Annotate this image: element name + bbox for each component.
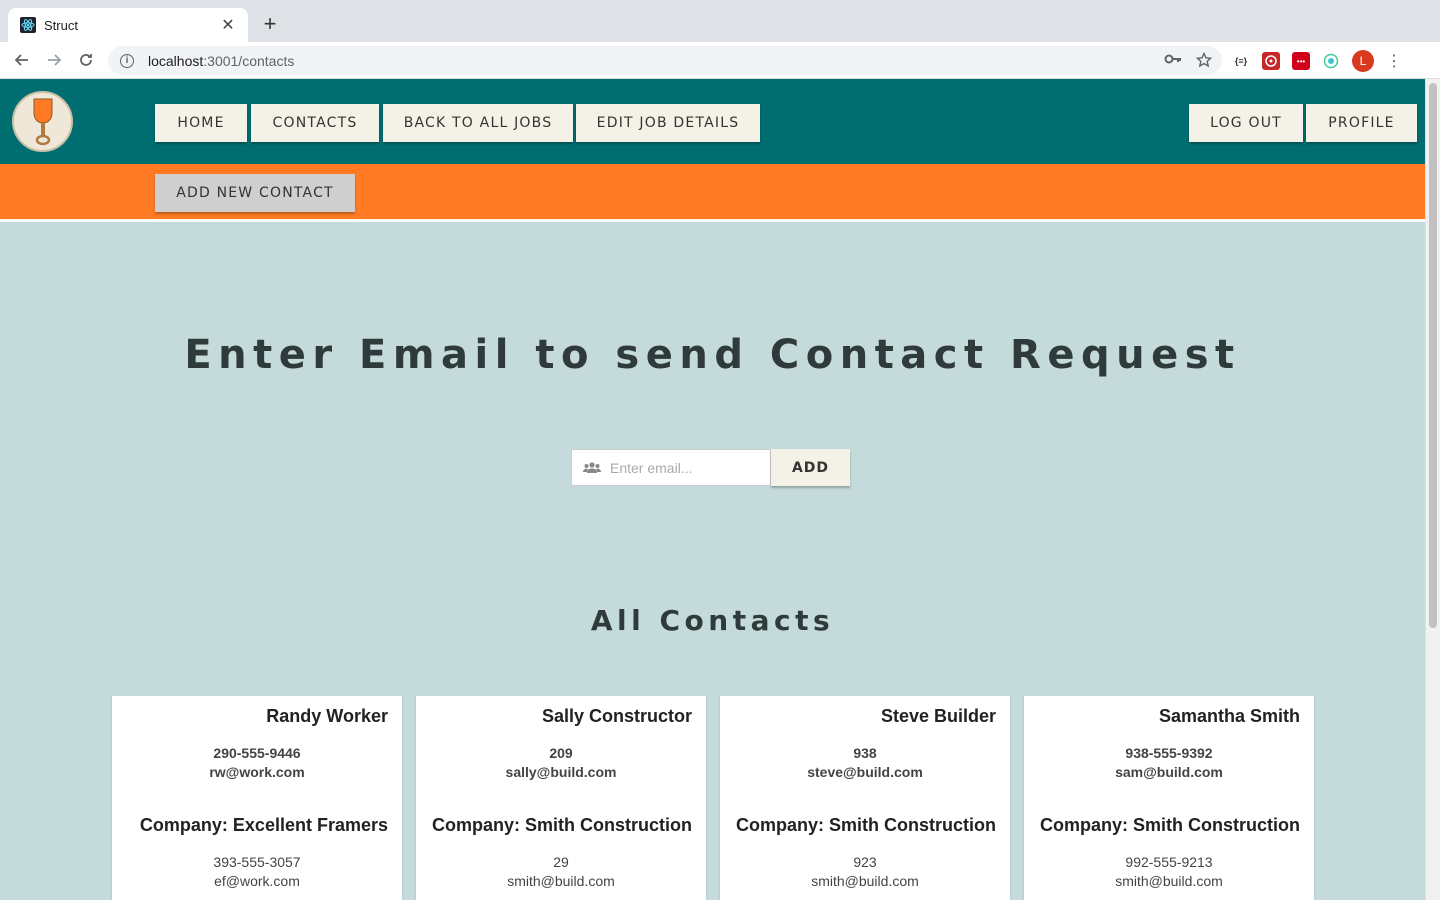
- address-bar[interactable]: i localhost:3001/contacts: [108, 46, 1222, 75]
- add-new-contact-button[interactable]: ADD NEW CONTACT: [155, 174, 355, 212]
- contact-card: Samantha Smith 938-555-9392 sam@build.co…: [1024, 696, 1314, 900]
- reload-icon[interactable]: [76, 50, 96, 70]
- extension-target-icon[interactable]: [1322, 52, 1340, 70]
- contact-phone: 938: [853, 745, 877, 761]
- contact-name: Steve Builder: [880, 706, 996, 726]
- browser-tab[interactable]: Struct ✕: [8, 8, 248, 42]
- scrollbar-thumb[interactable]: [1429, 83, 1437, 628]
- sub-navbar: ADD NEW CONTACT: [0, 164, 1425, 222]
- edit-job-details-button[interactable]: EDIT JOB DETAILS: [576, 104, 760, 142]
- users-icon: [582, 461, 602, 474]
- email-input[interactable]: [610, 459, 760, 476]
- contact-email: sam@build.com: [1115, 764, 1223, 780]
- log-out-button[interactable]: LOG OUT: [1189, 104, 1303, 142]
- tab-title: Struct: [44, 17, 78, 33]
- url-host: localhost: [148, 52, 204, 69]
- company-email: smith@build.com: [507, 873, 615, 889]
- profile-avatar[interactable]: L: [1352, 50, 1374, 72]
- home-button[interactable]: HOME: [155, 104, 247, 142]
- info-icon[interactable]: i: [120, 53, 134, 68]
- browser-menu-icon[interactable]: ⋮: [1386, 51, 1402, 71]
- json-extension-icon[interactable]: {≡}: [1232, 52, 1250, 70]
- add-email-button[interactable]: ADD: [771, 449, 850, 486]
- contact-card: Steve Builder 938 steve@build.com Compan…: [720, 696, 1010, 900]
- contact-name: Randy Worker: [266, 706, 388, 726]
- shovel-logo-icon[interactable]: [12, 91, 73, 152]
- react-icon: [20, 17, 36, 33]
- contact-email: rw@work.com: [209, 764, 305, 780]
- company-phone: 29: [553, 854, 569, 870]
- contact-phone: 938-555-9392: [1125, 745, 1213, 761]
- contact-card: Sally Constructor 209 sally@build.com Co…: [416, 696, 706, 900]
- forward-arrow-icon[interactable]: [44, 50, 64, 70]
- contact-email: steve@build.com: [807, 764, 923, 780]
- new-tab-button[interactable]: +: [260, 12, 280, 36]
- lastpass-icon[interactable]: •••: [1292, 52, 1310, 70]
- contact-name: Samantha Smith: [1158, 706, 1300, 726]
- email-field-wrapper: [571, 449, 771, 486]
- page-title: Enter Email to send Contact Request: [184, 332, 1241, 378]
- key-icon[interactable]: [1164, 52, 1182, 72]
- company-email: smith@build.com: [811, 873, 919, 889]
- company-phone: 992-555-9213: [1125, 854, 1213, 870]
- tab-close-icon[interactable]: ✕: [220, 15, 236, 35]
- all-contacts-heading: All Contacts: [590, 604, 835, 637]
- company-phone: 923: [853, 854, 877, 870]
- profile-button[interactable]: PROFILE: [1306, 104, 1417, 142]
- contact-company: Company: Smith Construction: [1040, 815, 1300, 835]
- company-email: smith@build.com: [1115, 873, 1223, 889]
- url-text: localhost:3001/contacts: [148, 53, 294, 69]
- browser-toolbar: i localhost:3001/contacts {≡} ••• L ⋮: [0, 42, 1440, 79]
- company-email: ef@work.com: [214, 873, 300, 889]
- contact-phone: 290-555-9446: [213, 745, 301, 761]
- app-header: HOME CONTACTS BACK TO ALL JOBS EDIT JOB …: [0, 79, 1425, 164]
- back-arrow-icon[interactable]: [12, 50, 32, 70]
- back-to-all-jobs-button[interactable]: BACK TO ALL JOBS: [383, 104, 573, 142]
- contacts-button[interactable]: CONTACTS: [251, 104, 379, 142]
- contact-phone: 209: [549, 745, 573, 761]
- page-scrollbar[interactable]: [1425, 79, 1440, 900]
- company-phone: 393-555-3057: [213, 854, 301, 870]
- contact-company: Company: Smith Construction: [432, 815, 692, 835]
- contact-name: Sally Constructor: [541, 706, 692, 726]
- react-devtools-extension-icon[interactable]: [1262, 52, 1280, 70]
- browser-tabstrip: Struct ✕ +: [0, 0, 1440, 42]
- url-path: :3001/contacts: [203, 52, 295, 69]
- contact-email: sally@build.com: [505, 764, 617, 780]
- contact-card: Randy Worker 290-555-9446 rw@work.com Co…: [112, 696, 402, 900]
- star-icon[interactable]: [1195, 51, 1213, 72]
- contact-company: Company: Excellent Framers: [139, 815, 388, 835]
- contact-company: Company: Smith Construction: [736, 815, 996, 835]
